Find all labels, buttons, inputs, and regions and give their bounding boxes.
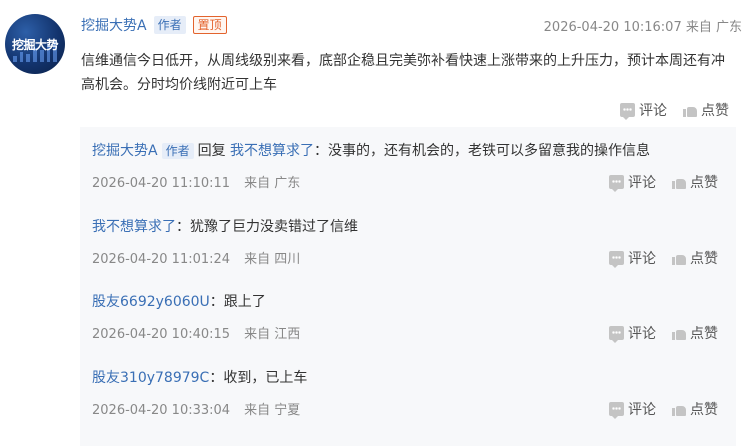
- like-button[interactable]: 点赞: [672, 172, 718, 192]
- comment-icon: [609, 251, 624, 268]
- reply-content: 挖掘大势A 作者 回复 我不想算求了：没事的，还有机会的，老铁可以多留意我的操作信息: [92, 140, 736, 162]
- post-header: 挖掘大势A 作者 置顶 2026-04-20 10:16:07 来自 广东: [81, 14, 742, 36]
- reply-text: 跟上了: [223, 294, 266, 310]
- reply-actions: 评论 点赞: [609, 323, 718, 343]
- reply-meta: 2026-04-20 11:01:24 来自 四川: [92, 248, 300, 267]
- like-icon: [672, 251, 686, 265]
- post-actions: 评论 点赞: [620, 100, 729, 120]
- comment-label: 评论: [628, 175, 656, 191]
- like-label: 点赞: [690, 326, 718, 342]
- reply-item: 股友310y78979C：收到，已上车 2026-04-20 10:33:04 来…: [92, 367, 736, 419]
- reply-user[interactable]: 我不想算求了: [92, 219, 176, 235]
- pinned-badge: 置顶: [192, 16, 227, 34]
- comment-button[interactable]: 评论: [609, 172, 656, 192]
- reply-item: 股友6692y6060U：跟上了 2026-04-20 10:40:15 来自 江…: [92, 291, 736, 343]
- like-icon: [672, 175, 686, 189]
- author-badge: 作者: [153, 16, 186, 34]
- comment-button[interactable]: 评论: [609, 323, 656, 343]
- reply-word: 回复: [197, 143, 226, 159]
- reply-location: 来自 广东: [244, 176, 301, 191]
- post-timestamp: 2026-04-20 10:16:07 来自 广东: [543, 19, 742, 35]
- reply-location: 来自 江西: [244, 327, 301, 342]
- reply-time: 2026-04-20 11:01:24: [92, 252, 231, 267]
- reply-location: 来自 四川: [244, 252, 301, 267]
- reply-meta: 2026-04-20 10:40:15 来自 江西: [92, 323, 300, 342]
- like-button[interactable]: 点赞: [672, 323, 718, 343]
- reply-time: 2026-04-20 10:33:04: [92, 403, 231, 418]
- reply-meta: 2026-04-20 11:10:11 来自 广东: [92, 172, 300, 191]
- like-label: 点赞: [690, 251, 718, 267]
- author-badge: 作者: [161, 143, 194, 159]
- reply-item: 挖掘大势A 作者 回复 我不想算求了：没事的，还有机会的，老铁可以多留意我的操作信息…: [92, 140, 736, 192]
- reply-user[interactable]: 挖掘大势A: [92, 143, 158, 159]
- like-label: 点赞: [690, 175, 718, 191]
- comment-icon: [609, 175, 624, 192]
- reply-content: 我不想算求了：犹豫了巨力没卖错过了信维: [92, 216, 736, 238]
- comment-label: 评论: [628, 402, 656, 418]
- reply-separator: ：: [176, 219, 190, 235]
- like-button[interactable]: 点赞: [672, 399, 718, 419]
- post-author-name[interactable]: 挖掘大势A: [81, 15, 147, 35]
- like-button[interactable]: 点赞: [683, 100, 729, 120]
- avatar[interactable]: 挖掘大势: [5, 14, 65, 74]
- comment-button[interactable]: 评论: [609, 248, 656, 268]
- comment-label: 评论: [628, 326, 656, 342]
- post-text: 信维通信今日低开，从周线级别来看，底部企稳且完美弥补看快速上涨带来的上升压力，预…: [81, 53, 725, 93]
- comment-icon: [620, 103, 635, 120]
- reply-item: 我不想算求了：犹豫了巨力没卖错过了信维 2026-04-20 11:01:24 来…: [92, 216, 736, 268]
- reply-separator: ：: [314, 143, 329, 159]
- comment-label: 评论: [628, 251, 656, 267]
- like-icon: [683, 103, 697, 117]
- reply-content: 股友310y78979C：收到，已上车: [92, 367, 736, 389]
- reply-content: 股友6692y6060U：跟上了: [92, 291, 736, 313]
- reply-actions: 评论 点赞: [609, 399, 718, 419]
- reply-actions: 评论 点赞: [609, 172, 718, 192]
- reply-time: 2026-04-20 10:40:15: [92, 327, 231, 342]
- comment-icon: [609, 402, 624, 419]
- reply-time: 2026-04-20 11:10:11: [92, 176, 231, 191]
- replies-panel: 挖掘大势A 作者 回复 我不想算求了：没事的，还有机会的，老铁可以多留意我的操作信息…: [80, 127, 736, 446]
- reply-actions: 评论 点赞: [609, 248, 718, 268]
- like-button[interactable]: 点赞: [672, 248, 718, 268]
- reply-text: 没事的，还有机会的，老铁可以多留意我的操作信息: [328, 143, 651, 159]
- reply-meta: 2026-04-20 10:33:04 来自 宁夏: [92, 399, 300, 418]
- reply-text: 犹豫了巨力没卖错过了信维: [190, 219, 358, 235]
- reply-user[interactable]: 股友310y78979C: [92, 370, 209, 386]
- like-icon: [672, 326, 686, 340]
- comment-button[interactable]: 评论: [620, 100, 667, 120]
- comment-icon: [609, 326, 624, 343]
- like-icon: [672, 402, 686, 416]
- comment-button[interactable]: 评论: [609, 399, 656, 419]
- reply-user[interactable]: 股友6692y6060U: [92, 294, 210, 310]
- reply-location: 来自 宁夏: [244, 403, 301, 418]
- like-label: 点赞: [690, 402, 718, 418]
- reply-text: 收到，已上车: [223, 370, 308, 386]
- avatar-text: 挖掘大势: [11, 38, 59, 52]
- comment-label: 评论: [639, 103, 667, 119]
- reply-separator: ：: [209, 370, 224, 386]
- like-label: 点赞: [701, 103, 729, 119]
- reply-target-user[interactable]: 我不想算求了: [230, 143, 314, 159]
- reply-separator: ：: [209, 294, 224, 310]
